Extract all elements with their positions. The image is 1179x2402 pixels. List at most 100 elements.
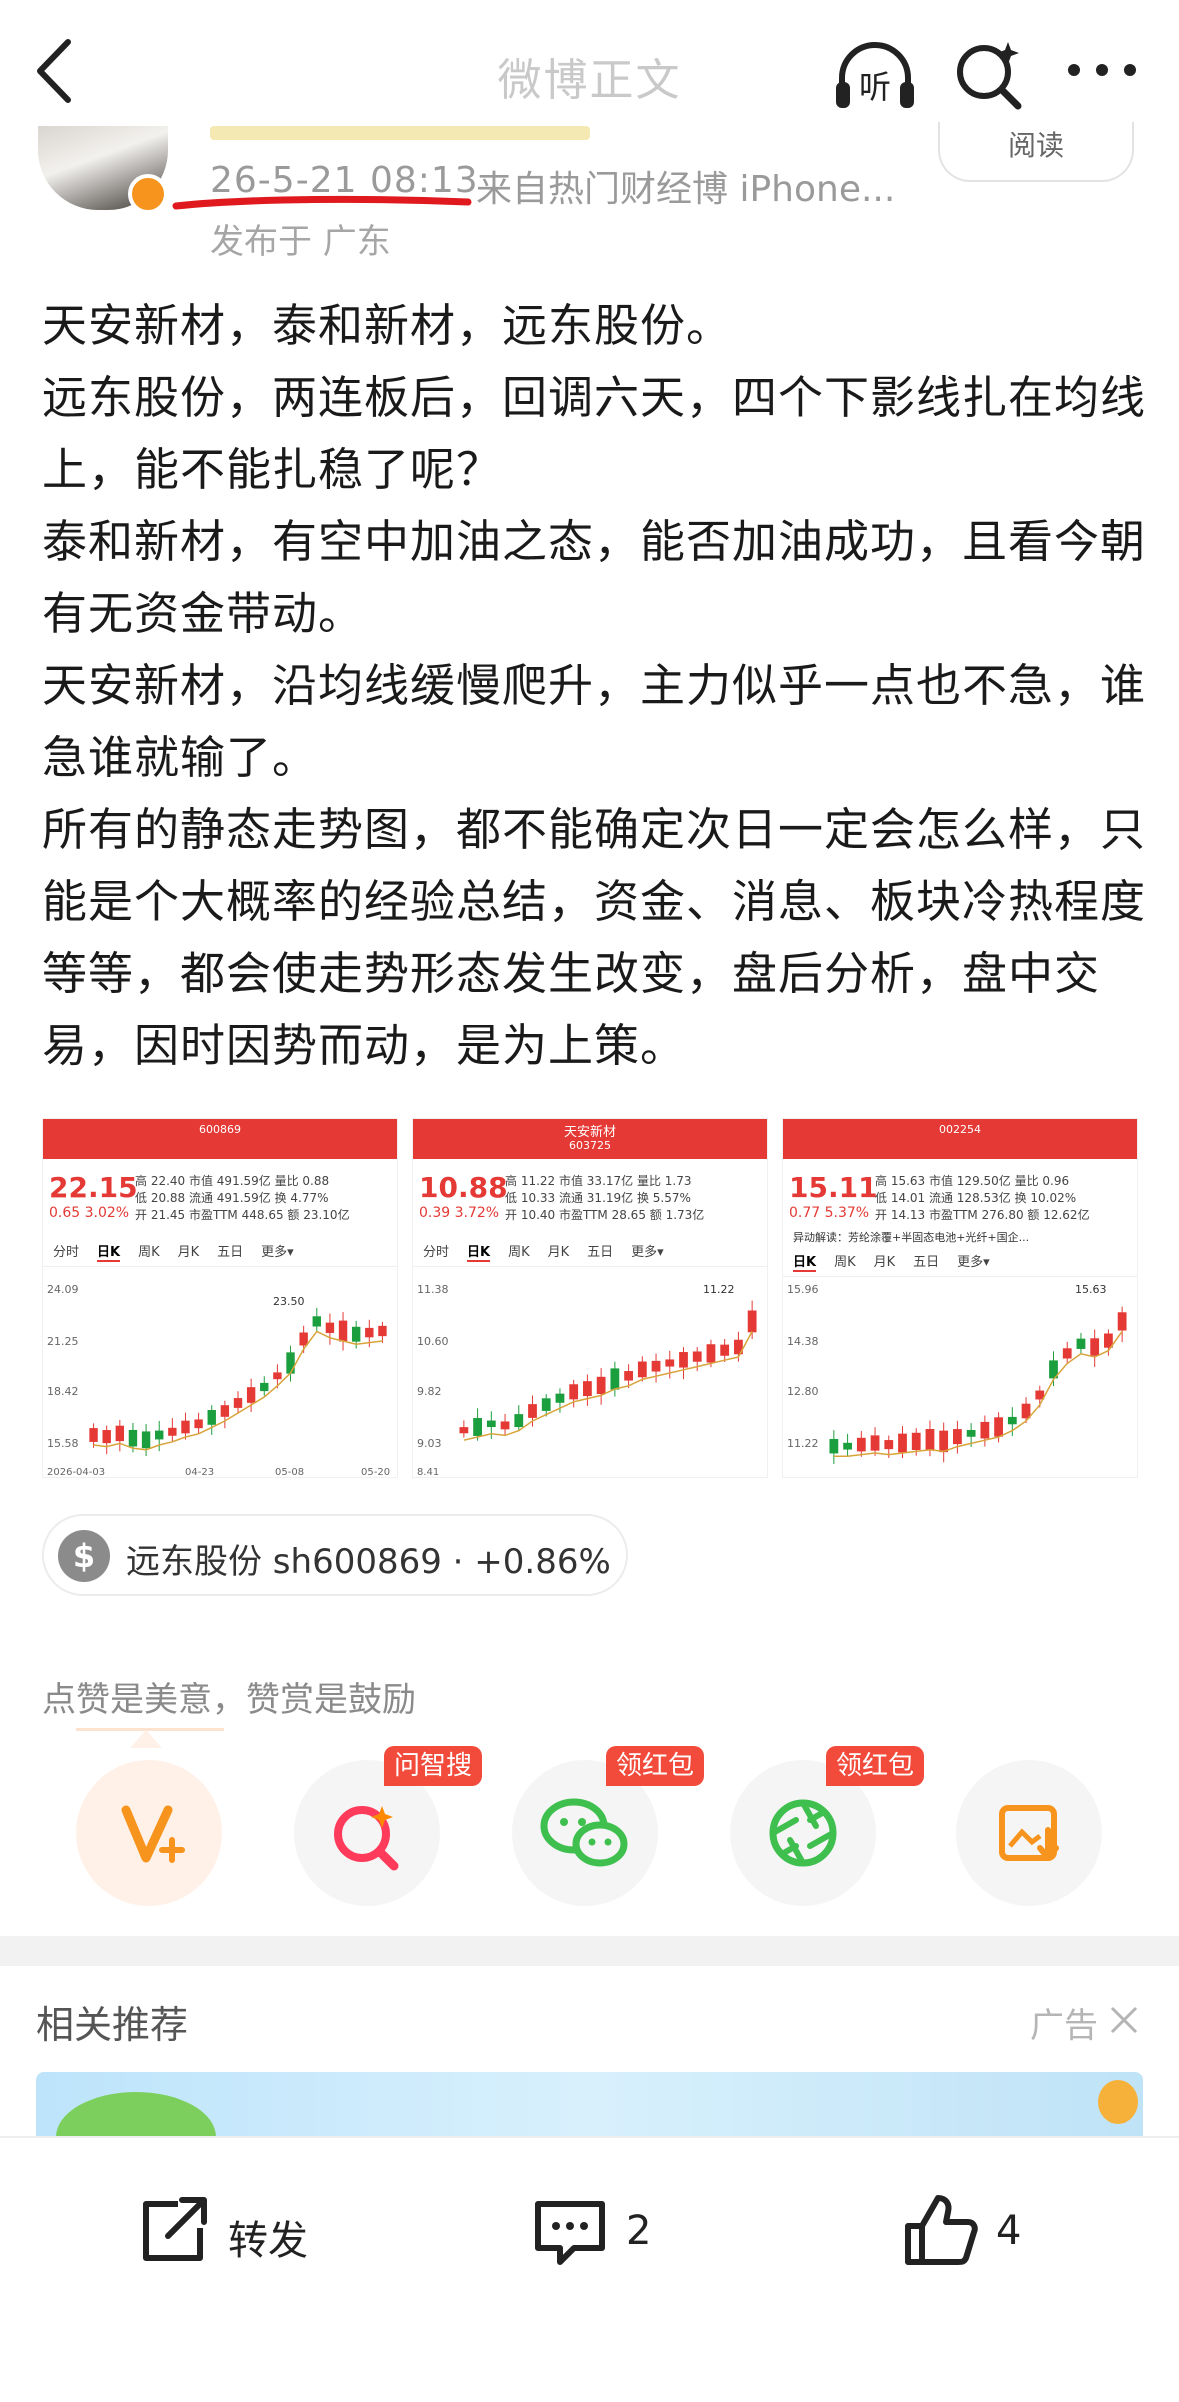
candle-body: [870, 1435, 880, 1451]
tip-pointer: [130, 1730, 162, 1748]
candle-body: [486, 1420, 496, 1428]
tab: 月K: [547, 1245, 570, 1260]
quote-line: 开 14.13 市盈TTM 276.80 额 12.62亿: [875, 1208, 1090, 1222]
author-name-strip[interactable]: [210, 126, 590, 140]
candle-body: [829, 1438, 839, 1454]
close-icon[interactable]: [1108, 2004, 1140, 2036]
stock-price: 15.11: [789, 1171, 878, 1204]
bottom-action-bar: 转发 2 4: [0, 2136, 1179, 2402]
candle-body: [168, 1427, 177, 1436]
date-label: 05-20: [361, 1467, 390, 1478]
y-label: 14.38: [787, 1335, 819, 1348]
candle-body: [286, 1352, 295, 1374]
quote-panel: 高 22.40 市值 491.59亿 量比 0.88 低 20.88 流通 49…: [135, 1173, 350, 1224]
quote-line: 开 21.45 市盈TTM 448.65 额 23.10亿: [135, 1208, 350, 1222]
date-label: 05-08: [275, 1467, 304, 1478]
candle-body: [365, 1327, 374, 1338]
candle-body: [500, 1421, 510, 1430]
candle-body: [246, 1387, 256, 1403]
tab: 更多▾: [631, 1245, 664, 1260]
stock-tag-chip[interactable]: $ 远东股份 sh600869 · +0.86%: [42, 1514, 628, 1596]
stock-code: 603725: [569, 1139, 611, 1152]
like-button[interactable]: 4: [900, 2190, 1040, 2270]
date-label: 2026-04-03: [47, 1467, 105, 1478]
y-label: 9.03: [417, 1437, 442, 1450]
kline-chart: 15.96 14.38 12.80 11.22 15.63: [787, 1283, 1127, 1465]
stock-chart-image-2[interactable]: 天安新材 603725 10.88 0.39 3.72% 高 11.22 市值 …: [412, 1118, 768, 1478]
stock-change: 0.65 3.02%: [49, 1205, 130, 1221]
reward-hint-text: 点赞是美意，赞赏是鼓励: [42, 1680, 416, 1720]
y-label: 15.96: [787, 1283, 819, 1296]
date-label: 8.41: [417, 1467, 439, 1478]
candle-body: [925, 1429, 935, 1451]
candle-body: [939, 1430, 949, 1453]
more-options-icon[interactable]: [1062, 50, 1142, 90]
quote-line: 低 20.88 流通 491.59亿 换 4.77%: [135, 1191, 329, 1205]
candle-body: [1117, 1312, 1127, 1331]
quote-line: 高 22.40 市值 491.59亿 量比 0.88: [135, 1174, 330, 1188]
reward-actions: 问智搜 领红包 领红包: [0, 1746, 1179, 1910]
candle-body: [155, 1430, 164, 1440]
badge: 领红包: [826, 1746, 925, 1786]
badge: 问智搜: [384, 1746, 483, 1786]
repost-icon: [143, 2197, 207, 2261]
kline-chart: 24.09 21.25 18.42 15.58 23.50 2026-04-03…: [47, 1283, 390, 1478]
comment-count: 2: [626, 2208, 652, 2254]
candle-body: [181, 1420, 190, 1434]
candle-body: [115, 1425, 125, 1442]
thumbs-up-icon: [905, 2195, 978, 2265]
quote-line: 高 11.22 市值 33.17亿 量比 1.73: [505, 1174, 692, 1188]
top-nav-bar: 微博正文 听: [0, 0, 1179, 140]
candle-body: [884, 1440, 894, 1450]
post-body: 天安新材，泰和新材，远东股份。 远东股份，两连板后，回调六天，四个下影线扎在均线…: [42, 290, 1152, 1082]
quote-line: 低 10.33 流通 31.19亿 换 5.57%: [505, 1191, 691, 1205]
candle-body: [141, 1431, 151, 1449]
stock-chart-image-3[interactable]: 002254 15.11 0.77 5.37% 高 15.63 市值 129.5…: [782, 1118, 1138, 1478]
post-location: 发布于 广东: [210, 222, 391, 262]
candle-body: [555, 1393, 565, 1403]
candle-body: [583, 1381, 592, 1397]
tab: 五日: [217, 1245, 244, 1260]
stock-price: 22.15: [49, 1171, 138, 1204]
tab: 更多▾: [957, 1255, 990, 1270]
stock-chart-image-1[interactable]: 600869 22.15 0.65 3.02% 高 22.40 市值 491.5…: [42, 1118, 398, 1478]
kline-tabs: 分时 日K 周K 月K 五日 更多▾: [43, 1241, 397, 1267]
balloon-icon: [1098, 2080, 1138, 2124]
date-label: 04-23: [185, 1467, 214, 1478]
read-count-button[interactable]: 阅读: [938, 122, 1134, 182]
v-plus-icon: [121, 1805, 185, 1863]
repost-button[interactable]: 转发: [134, 2190, 334, 2270]
candle-body: [692, 1351, 702, 1362]
candle-body: [747, 1310, 757, 1333]
listen-headphone-icon[interactable]: 听: [832, 36, 918, 116]
tab: 分时: [423, 1245, 450, 1260]
save-image-button[interactable]: [956, 1760, 1102, 1906]
section-divider: [0, 1936, 1179, 1966]
tab: 周K: [508, 1245, 530, 1260]
tab: 周K: [834, 1255, 856, 1270]
y-label: 10.60: [417, 1335, 449, 1348]
candle-body: [966, 1430, 976, 1437]
kline-chart: 11.38 10.60 9.82 9.03 11.22 8.41: [417, 1283, 757, 1478]
stock-name: 天安新材: [563, 1125, 616, 1140]
comment-button[interactable]: 2: [530, 2190, 690, 2270]
candle-body: [514, 1414, 524, 1428]
y-label: 11.38: [417, 1283, 449, 1296]
y-label: 18.42: [47, 1385, 79, 1398]
quote-line: 低 14.01 流通 128.53亿 换 10.02%: [875, 1191, 1077, 1205]
ad-banner[interactable]: [36, 2072, 1143, 2136]
ai-search-icon[interactable]: [952, 36, 1028, 112]
news-line: 异动解读：芳纶涂覆+半固态电池+光纤+国企...: [793, 1231, 1030, 1244]
candle-body: [351, 1326, 361, 1342]
post-source[interactable]: 来自热门财经博 iPhone...: [476, 160, 895, 212]
candle-body: [911, 1432, 921, 1451]
candle-body: [856, 1437, 866, 1452]
reward-button[interactable]: [76, 1760, 222, 1906]
quote-panel: 高 11.22 市值 33.17亿 量比 1.73 低 10.33 流通 31.…: [505, 1173, 704, 1224]
post-paragraph: 所有的静态走势图，都不能确定次日一定会怎么样，只能是个大概率的经验总结，资金、消…: [42, 803, 1147, 1072]
post-paragraph: 天安新材，沿均线缓慢爬升，主力似乎一点也不急，谁急谁就输了。: [42, 659, 1147, 784]
candle-body: [624, 1371, 633, 1381]
candle-body: [596, 1376, 606, 1394]
tab: 五日: [913, 1255, 940, 1270]
tab: 五日: [587, 1245, 614, 1260]
